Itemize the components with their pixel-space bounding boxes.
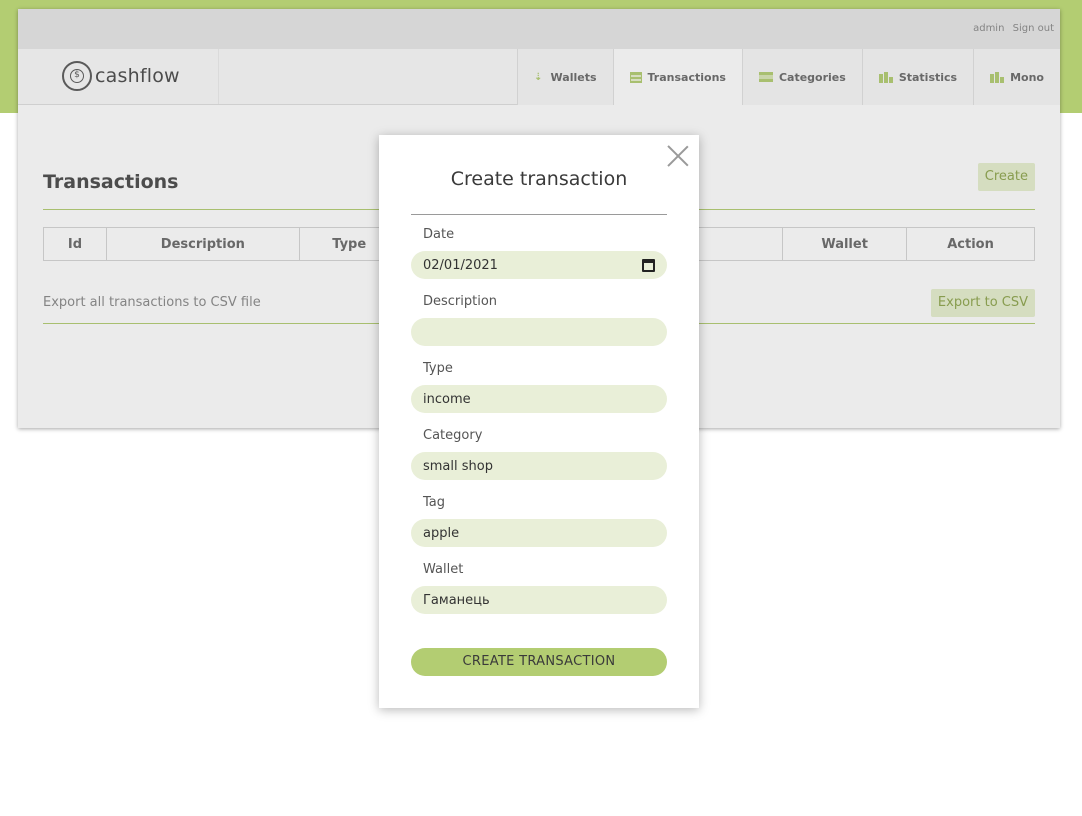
date-field[interactable]: 02/01/2021	[411, 251, 667, 279]
wallet-select[interactable]: Гаманець	[411, 586, 667, 614]
type-select[interactable]: income	[411, 385, 667, 413]
create-transaction-button[interactable]: CREATE TRANSACTION	[411, 648, 667, 676]
modal-title: Create transaction	[450, 168, 628, 190]
tag-select[interactable]: apple	[411, 519, 667, 547]
category-label: Category	[423, 428, 483, 443]
modal-title-divider	[411, 214, 667, 215]
wallet-value: Гаманець	[423, 592, 490, 608]
date-label: Date	[423, 227, 455, 242]
description-label: Description	[423, 294, 498, 309]
description-field[interactable]	[411, 318, 667, 346]
wallet-label: Wallet	[423, 562, 464, 577]
close-icon[interactable]	[667, 145, 689, 167]
type-value: income	[423, 391, 471, 407]
tag-label: Tag	[423, 495, 446, 510]
tag-value: apple	[423, 525, 460, 541]
category-value: small shop	[423, 458, 493, 474]
calendar-icon[interactable]	[642, 258, 655, 272]
modal-overlay[interactable]: Create transaction Date 02/01/2021 Descr…	[0, 0, 1082, 816]
date-value: 02/01/2021	[423, 257, 498, 273]
category-select[interactable]: small shop	[411, 452, 667, 480]
type-label: Type	[423, 361, 453, 376]
create-transaction-modal: Create transaction Date 02/01/2021 Descr…	[379, 135, 699, 708]
